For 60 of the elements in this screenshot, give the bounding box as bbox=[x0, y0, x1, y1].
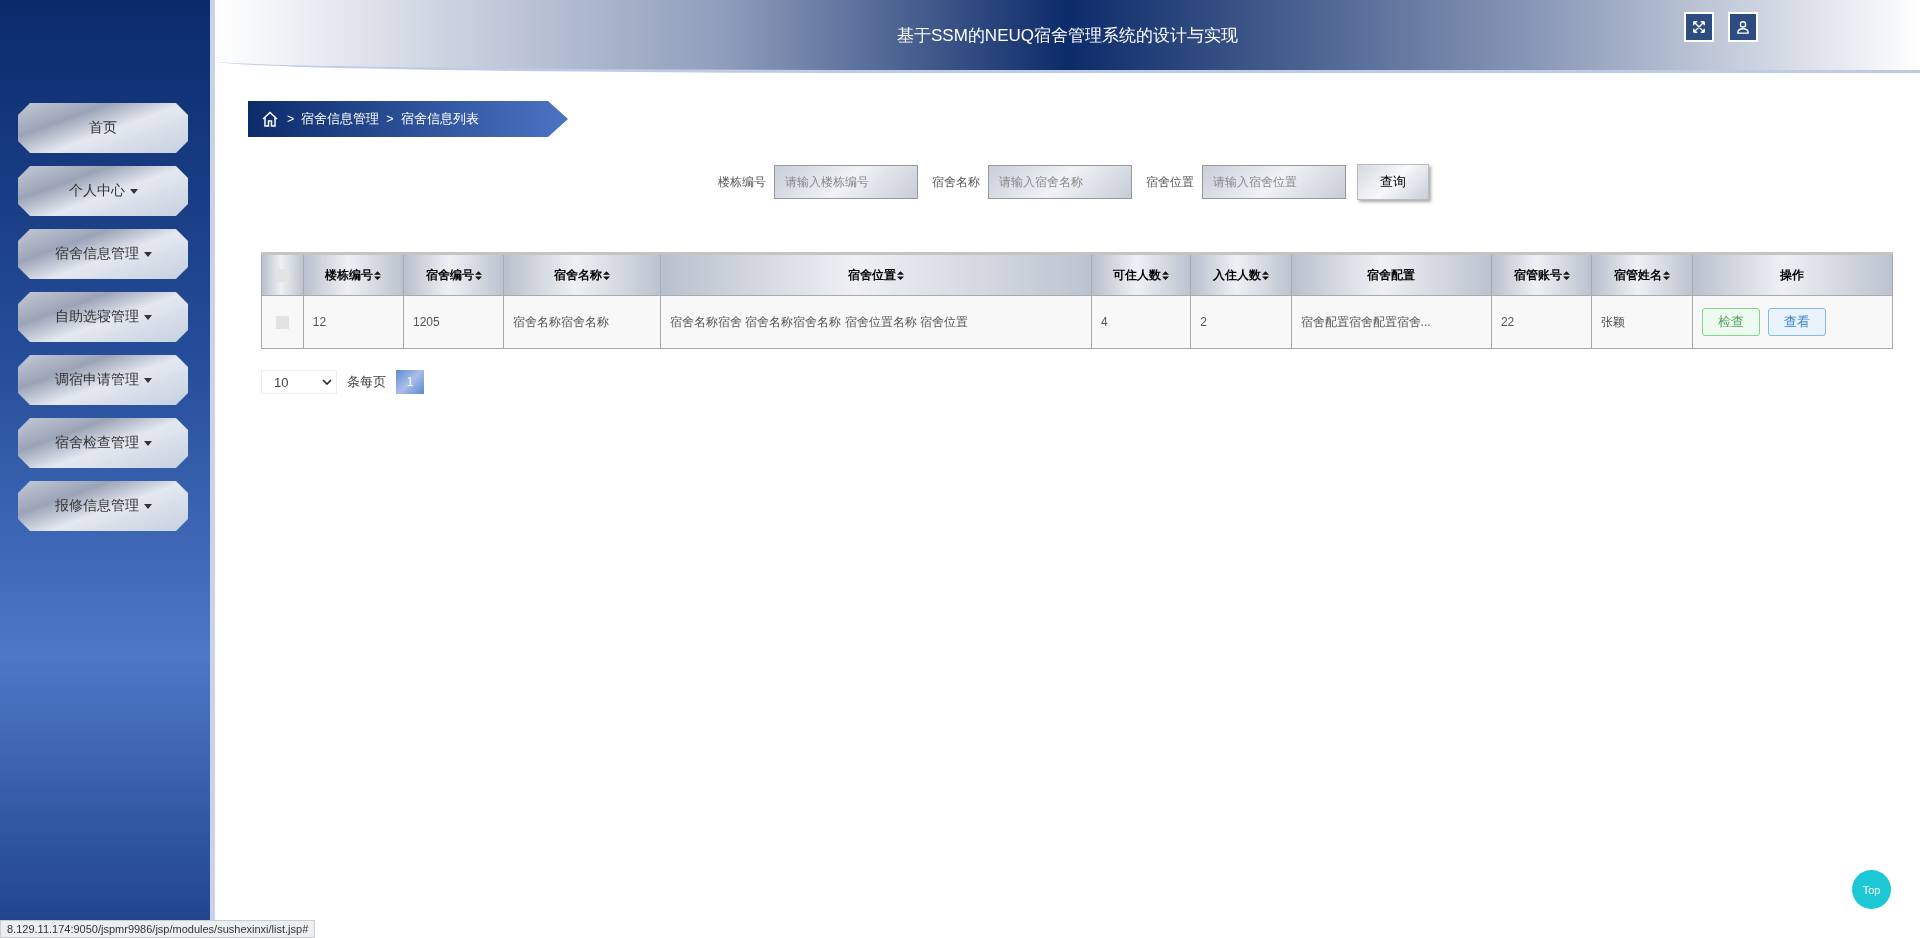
column-header[interactable]: 宿管姓名 bbox=[1591, 253, 1692, 296]
table-cell: 宿舍名称宿舍名称 bbox=[503, 295, 661, 349]
column-header[interactable]: 楼栋编号 bbox=[303, 253, 404, 296]
sort-icon[interactable] bbox=[1562, 270, 1570, 280]
view-button[interactable]: 查看 bbox=[1767, 308, 1826, 336]
field-label: 楼栋编号 bbox=[718, 173, 766, 191]
sort-icon[interactable] bbox=[1162, 270, 1170, 280]
breadcrumb-separator: > bbox=[386, 112, 394, 126]
app-title: 基于SSM的NEUQ宿舍管理系统的设计与实现 bbox=[897, 24, 1238, 47]
table-cell: 1205 bbox=[403, 295, 504, 349]
sort-icon[interactable] bbox=[1662, 270, 1670, 280]
page-size-label: 条每页 bbox=[347, 373, 386, 391]
fullscreen-icon[interactable] bbox=[1684, 12, 1714, 42]
table-cell: 22 bbox=[1491, 295, 1592, 349]
sidebar-item[interactable]: 宿舍检查管理 bbox=[18, 418, 188, 468]
sidebar-item[interactable]: 调宿申请管理 bbox=[18, 355, 188, 405]
chevron-down-icon bbox=[322, 379, 332, 385]
sort-icon[interactable] bbox=[474, 270, 482, 280]
sidebar-item[interactable]: 宿舍信息管理 bbox=[18, 229, 188, 279]
field-label: 宿舍位置 bbox=[1146, 173, 1194, 191]
sidebar-item[interactable]: 个人中心 bbox=[18, 166, 188, 216]
breadcrumb-separator: > bbox=[287, 112, 295, 126]
sort-icon[interactable] bbox=[374, 270, 382, 280]
column-header[interactable]: 宿舍位置 bbox=[660, 253, 1092, 296]
search-button[interactable]: 查询 bbox=[1357, 164, 1429, 200]
column-header[interactable]: 宿管账号 bbox=[1491, 253, 1592, 296]
home-icon[interactable] bbox=[262, 111, 278, 127]
sidebar-item[interactable]: 自助选寝管理 bbox=[18, 292, 188, 342]
page-size-select[interactable]: 10 bbox=[261, 370, 337, 394]
sort-icon[interactable] bbox=[1261, 270, 1269, 280]
breadcrumb-link[interactable]: 宿舍信息列表 bbox=[400, 110, 479, 128]
breadcrumb-link[interactable]: 宿舍信息管理 bbox=[301, 110, 380, 128]
column-header[interactable]: 宿舍编号 bbox=[403, 253, 504, 296]
caret-icon bbox=[143, 503, 152, 509]
table-cell: 4 bbox=[1091, 295, 1191, 349]
search-field[interactable]: 请输入楼栋编号 bbox=[774, 165, 918, 199]
caret-icon bbox=[143, 251, 152, 257]
table-cell: 宿舍名称宿舍 宿舍名称宿舍名称 宿舍位置名称 宿舍位置 bbox=[660, 295, 1092, 349]
user-icon[interactable] bbox=[1728, 12, 1758, 42]
table-cell: 张颖 bbox=[1591, 295, 1692, 349]
column-header[interactable]: 宿舍名称 bbox=[503, 253, 661, 296]
table-cell: 2 bbox=[1190, 295, 1292, 349]
sort-icon[interactable] bbox=[897, 270, 905, 280]
table-cell: 宿舍配置宿舍配置宿舍... bbox=[1291, 295, 1492, 349]
caret-icon bbox=[143, 377, 152, 383]
column-header[interactable]: 入住人数 bbox=[1190, 253, 1292, 296]
caret-icon bbox=[129, 188, 138, 194]
caret-icon bbox=[143, 440, 152, 446]
sidebar-item[interactable]: 首页 bbox=[18, 103, 188, 153]
sort-icon[interactable] bbox=[603, 270, 611, 280]
search-field[interactable]: 请输入宿舍名称 bbox=[988, 165, 1132, 199]
column-header: 宿舍配置 bbox=[1291, 253, 1492, 296]
status-bar-url: 8.129.11.174:9050/jspmr9986/jsp/modules/sushexinxi/list.jsp# bbox=[0, 920, 316, 938]
caret-icon bbox=[143, 314, 152, 320]
column-header: 操作 bbox=[1692, 253, 1893, 296]
column-header[interactable]: 可住人数 bbox=[1091, 253, 1191, 296]
field-label: 宿舍名称 bbox=[932, 173, 980, 191]
table-cell: 12 bbox=[303, 295, 404, 349]
sidebar-item[interactable]: 报修信息管理 bbox=[18, 481, 188, 531]
search-field[interactable]: 请输入宿舍位置 bbox=[1202, 165, 1346, 199]
